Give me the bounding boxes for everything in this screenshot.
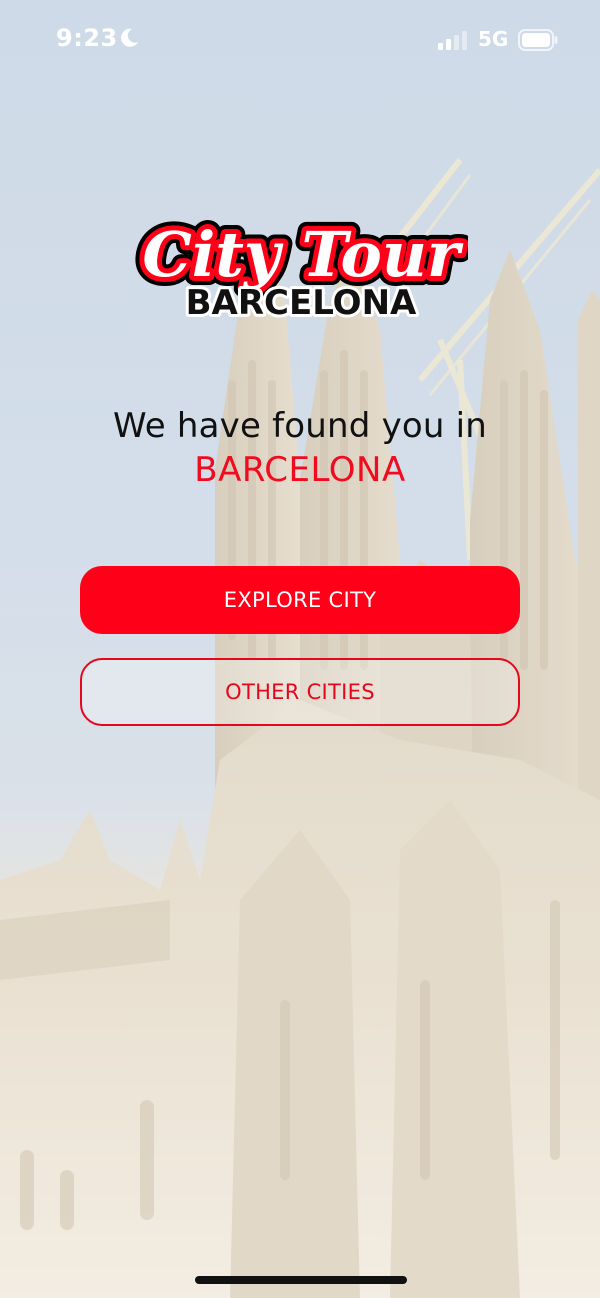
detected-city-name: BARCELONA [194,450,406,490]
explore-city-button[interactable]: EXPLORE CITY [80,566,520,634]
explore-city-label: EXPLORE CITY [223,588,377,612]
logo-line1: City Tour [142,218,464,291]
moon-icon [121,28,138,47]
logo-line2: BARCELONA [186,283,417,323]
location-headline: We have found you in [112,406,488,446]
network-type: 5G [478,27,509,51]
home-indicator[interactable] [195,1276,407,1284]
cellular-signal-icon [438,31,467,50]
city-tour-barcelona-logo: City Tour City Tour City Tour BARCELONA … [134,210,468,324]
background-overlay [0,0,600,1298]
other-cities-label: OTHER CITIES [225,680,375,704]
status-bar: 9:23 5G [0,0,600,84]
status-time: 9:23 [56,24,118,52]
other-cities-button[interactable]: OTHER CITIES [80,658,520,726]
battery-icon [518,29,558,51]
app-screen: 9:23 5G City Tour City Tour City Tour BA… [0,0,600,1298]
